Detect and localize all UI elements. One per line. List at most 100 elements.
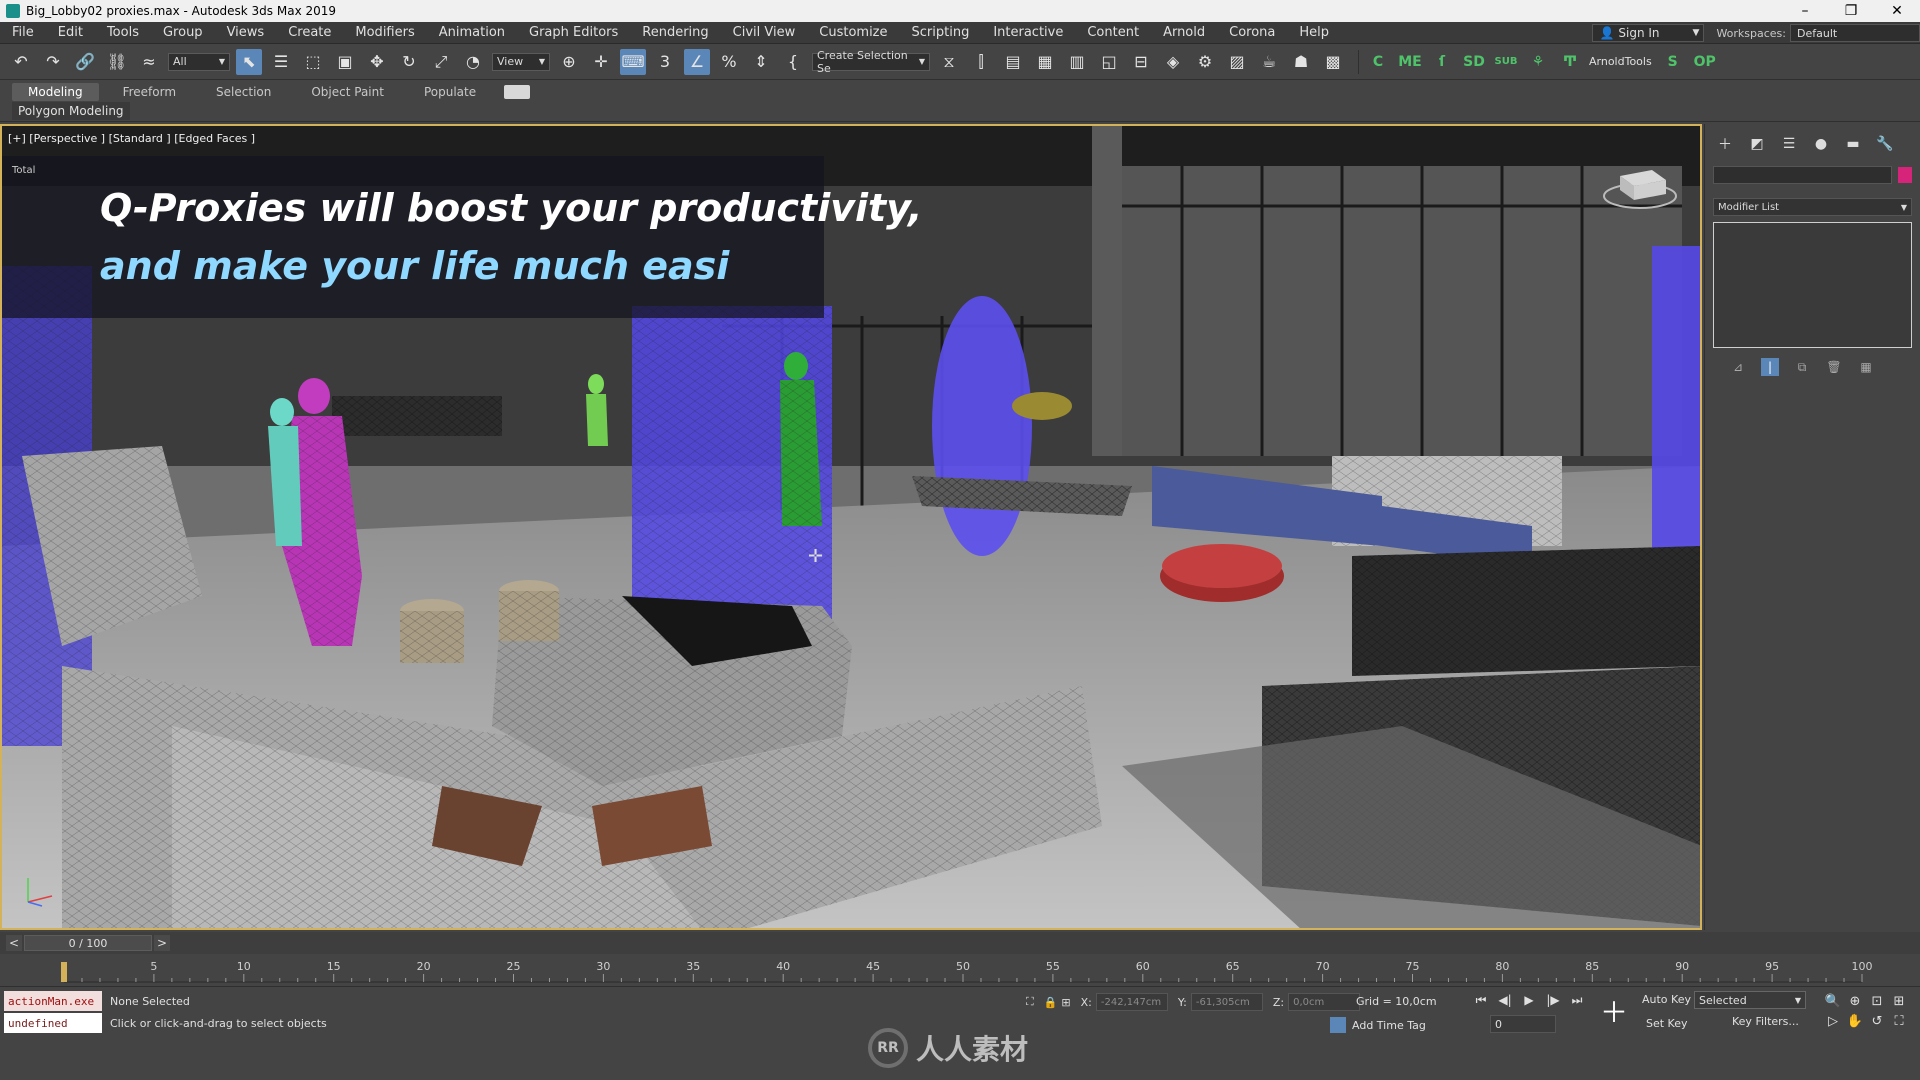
time-slider-prev-icon[interactable]: <: [6, 935, 22, 951]
angle-snap-icon[interactable]: ∠: [684, 48, 710, 75]
ribbon-toggle-icon[interactable]: ▥: [1064, 49, 1090, 75]
remove-modifier-icon[interactable]: 🗑: [1825, 358, 1843, 376]
perspective-viewport[interactable]: [+] [Perspective ] [Standard ] [Edged Fa…: [0, 124, 1702, 930]
display-tab-icon[interactable]: ▬: [1843, 134, 1863, 154]
menu-views[interactable]: Views: [215, 25, 277, 40]
render-cloud-icon[interactable]: ▩: [1320, 49, 1346, 75]
key-mode-dropdown[interactable]: Selected ▼: [1694, 991, 1806, 1009]
track-bar[interactable]: 5 10 15 20 25 30 35 40 45 50 55 60 65 70 75 80 85 90 95 100: [0, 956, 1920, 984]
script-s-icon[interactable]: S: [1660, 49, 1686, 75]
minimize-button[interactable]: –: [1782, 0, 1828, 22]
workspaces-dropdown[interactable]: Default: [1790, 24, 1920, 42]
schematic-view-icon[interactable]: ⊟: [1128, 49, 1154, 75]
zoom-all-icon[interactable]: ⊕: [1844, 991, 1866, 1011]
create-tab-icon[interactable]: ＋: [1715, 134, 1735, 154]
corona-sub-icon[interactable]: SUB: [1493, 49, 1519, 75]
link-icon[interactable]: 🔗: [72, 49, 98, 75]
menu-help[interactable]: Help: [1287, 25, 1341, 40]
object-name-input[interactable]: [1713, 166, 1893, 184]
orbit-icon[interactable]: ↺: [1866, 1011, 1888, 1031]
key-filters-button[interactable]: Key Filters...: [1732, 1015, 1799, 1028]
named-selection-dropdown[interactable]: Create Selection Se ▼: [812, 49, 930, 75]
corona-sd-icon[interactable]: SD: [1461, 49, 1487, 75]
render-iterative-icon[interactable]: ☗: [1288, 49, 1314, 75]
keyboard-shortcut-override-icon[interactable]: ⌨: [620, 48, 646, 75]
arnold-tools-label[interactable]: ArnoldTools: [1589, 55, 1652, 68]
tab-populate[interactable]: Populate: [408, 83, 492, 101]
reference-coordinate-dropdown[interactable]: View ▼: [492, 52, 550, 71]
current-frame-marker[interactable]: [61, 962, 67, 982]
zoom-extents-all-icon[interactable]: ⊞: [1888, 991, 1910, 1011]
select-object-icon[interactable]: ⬉: [236, 48, 262, 75]
previous-frame-icon[interactable]: ◀|: [1494, 991, 1516, 1009]
go-to-start-icon[interactable]: ⏮: [1470, 991, 1492, 1009]
undo-icon[interactable]: ↶: [8, 49, 34, 75]
close-button[interactable]: ✕: [1874, 0, 1920, 22]
field-of-view-icon[interactable]: ▷: [1822, 1011, 1844, 1031]
menu-content[interactable]: Content: [1075, 25, 1151, 40]
placement-icon[interactable]: ◔: [460, 49, 486, 75]
menu-modifiers[interactable]: Modifiers: [343, 25, 426, 40]
corona-c-icon[interactable]: C: [1365, 49, 1391, 75]
show-end-result-icon[interactable]: |: [1761, 358, 1779, 376]
align-icon[interactable]: ⫿: [968, 49, 994, 75]
hierarchy-tab-icon[interactable]: ☰: [1779, 134, 1799, 154]
zoom-extents-icon[interactable]: ⊡: [1866, 991, 1888, 1011]
rotate-icon[interactable]: ↻: [396, 49, 422, 75]
isolate-icon[interactable]: ⛶: [1026, 995, 1034, 1009]
corona-tool-icon[interactable]: Ͳ: [1557, 49, 1583, 75]
absolute-mode-icon[interactable]: ⊞: [1061, 996, 1070, 1009]
menu-edit[interactable]: Edit: [46, 25, 95, 40]
menu-tools[interactable]: Tools: [95, 25, 151, 40]
corona-me-icon[interactable]: ME: [1397, 49, 1423, 75]
menu-interactive[interactable]: Interactive: [981, 25, 1075, 40]
snaps-toggle-icon[interactable]: 3: [652, 49, 678, 75]
tab-selection[interactable]: Selection: [200, 83, 287, 101]
menu-customize[interactable]: Customize: [807, 25, 899, 40]
curve-editor-icon[interactable]: ◱: [1096, 49, 1122, 75]
pivot-center-icon[interactable]: ⊕: [556, 49, 582, 75]
set-key-button[interactable]: Set Key: [1646, 1017, 1688, 1030]
move-icon[interactable]: ✥: [364, 49, 390, 75]
restore-button[interactable]: ❐: [1828, 0, 1874, 22]
bind-space-warp-icon[interactable]: ≈: [136, 49, 162, 75]
menu-scripting[interactable]: Scripting: [900, 25, 982, 40]
material-editor-icon[interactable]: ◈: [1160, 49, 1186, 75]
window-crossing-icon[interactable]: ▣: [332, 49, 358, 75]
viewcube-icon[interactable]: [1600, 156, 1680, 216]
menu-civil-view[interactable]: Civil View: [721, 25, 808, 40]
mirror-icon[interactable]: ⧖: [936, 49, 962, 75]
z-coordinate-field[interactable]: 0,0cm: [1288, 993, 1361, 1011]
menu-graph-editors[interactable]: Graph Editors: [517, 25, 630, 40]
auto-key-button[interactable]: Auto Key: [1642, 993, 1691, 1006]
corona-curve-icon[interactable]: ſ: [1429, 49, 1455, 75]
next-frame-icon[interactable]: |▶: [1542, 991, 1564, 1009]
scene-explorer-icon[interactable]: ▦: [1032, 49, 1058, 75]
scale-icon[interactable]: ⤢: [428, 49, 454, 75]
unlink-icon[interactable]: ⛓: [104, 49, 130, 75]
go-to-end-icon[interactable]: ⏭: [1566, 991, 1588, 1009]
menu-animation[interactable]: Animation: [427, 25, 517, 40]
modifier-list-dropdown[interactable]: Modifier List ▼: [1713, 198, 1912, 216]
corona-brush-icon[interactable]: ⚘: [1525, 49, 1551, 75]
ribbon-toggle-button[interactable]: [504, 85, 531, 99]
pin-stack-icon[interactable]: ⊿: [1729, 358, 1747, 376]
set-keys-icon[interactable]: ＋: [1600, 996, 1628, 1029]
rendered-frame-icon[interactable]: ▨: [1224, 49, 1250, 75]
maxscript-listener-output[interactable]: actionMan.exe: [4, 991, 102, 1011]
percent-snap-icon[interactable]: %: [716, 49, 742, 75]
redo-icon[interactable]: ↷: [40, 49, 66, 75]
add-time-tag-button[interactable]: Add Time Tag: [1330, 1017, 1426, 1033]
layer-explorer-icon[interactable]: ▤: [1000, 49, 1026, 75]
tab-freeform[interactable]: Freeform: [107, 83, 192, 101]
tab-object-paint[interactable]: Object Paint: [295, 83, 400, 101]
select-by-name-icon[interactable]: ☰: [268, 49, 294, 75]
menu-create[interactable]: Create: [276, 25, 343, 40]
edit-named-selection-icon[interactable]: {: [780, 49, 806, 75]
menu-arnold[interactable]: Arnold: [1151, 25, 1217, 40]
play-icon[interactable]: ▶: [1518, 991, 1540, 1009]
menu-corona[interactable]: Corona: [1217, 25, 1287, 40]
time-slider-next-icon[interactable]: >: [154, 935, 170, 951]
utilities-tab-icon[interactable]: 🔧: [1875, 134, 1895, 154]
manipulate-icon[interactable]: ✛: [588, 49, 614, 75]
